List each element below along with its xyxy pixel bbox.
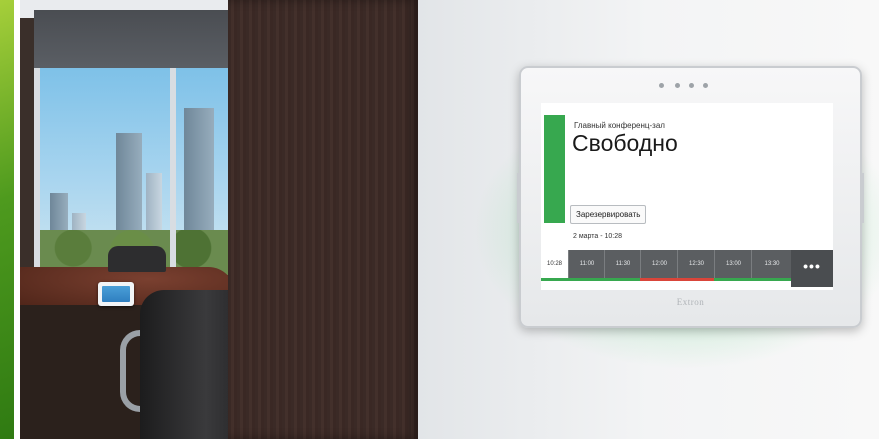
tabletop-panel bbox=[98, 282, 134, 306]
reserve-button[interactable]: Зарезервировать bbox=[570, 205, 647, 224]
more-button[interactable]: ••• bbox=[791, 250, 833, 287]
time-slot[interactable]: 11:30 bbox=[604, 250, 641, 280]
brand-strip bbox=[0, 0, 20, 439]
chair bbox=[108, 246, 166, 272]
booked-strip bbox=[640, 278, 714, 281]
conference-room-photo: Главный конференц-зал Свободно Зарезерви… bbox=[0, 0, 879, 439]
time-slot[interactable]: 12:00 bbox=[640, 250, 678, 280]
window-blind bbox=[34, 10, 230, 70]
camera-bar bbox=[629, 81, 729, 89]
time-slot[interactable]: 11:00 bbox=[568, 250, 605, 280]
availability-indicator bbox=[544, 115, 565, 223]
more-icon: ••• bbox=[803, 258, 821, 274]
date-time: 2 марта - 10:28 bbox=[573, 233, 623, 240]
wood-door bbox=[228, 0, 418, 439]
time-slot[interactable]: 13:00 bbox=[714, 250, 752, 280]
room-status: Свободно bbox=[572, 130, 678, 156]
room-name: Главный конференц-зал bbox=[574, 121, 665, 130]
time-slot[interactable]: 13:30 bbox=[751, 250, 792, 280]
free-strip bbox=[714, 278, 791, 281]
free-strip bbox=[541, 278, 640, 281]
meeting-room bbox=[20, 0, 230, 439]
schedule-timeline: 10:28 11:00 11:30 12:00 12:30 13:00 13:3… bbox=[541, 250, 833, 287]
current-time: 10:28 bbox=[541, 250, 568, 280]
time-slot[interactable]: 12:30 bbox=[677, 250, 715, 280]
panel-screen: Главный конференц-зал Свободно Зарезерви… bbox=[541, 103, 833, 290]
room-scheduling-panel: Главный конференц-зал Свободно Зарезерви… bbox=[517, 66, 864, 328]
brand-logo: Extron bbox=[676, 297, 705, 307]
office-chair bbox=[140, 290, 230, 439]
